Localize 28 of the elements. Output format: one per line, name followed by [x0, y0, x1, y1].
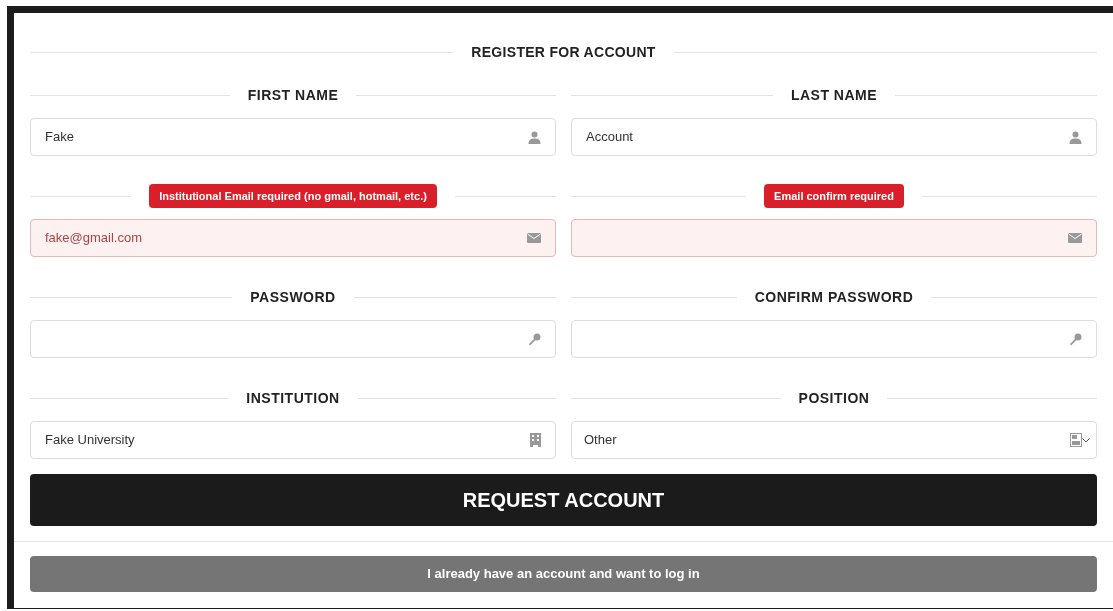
field-label: LAST NAME: [790, 85, 878, 105]
field-label: INSTITUTION: [246, 388, 340, 408]
input-field[interactable]: Fake University: [30, 421, 556, 459]
input-field[interactable]: [571, 320, 1097, 358]
input-field[interactable]: Fake: [30, 118, 556, 156]
envelope-icon: [1068, 233, 1082, 243]
field-label: CONFIRM PASSWORD: [754, 287, 914, 307]
user-icon: [528, 130, 541, 144]
building-icon: [530, 433, 541, 447]
form-title: REGISTER FOR ACCOUNT: [471, 42, 656, 62]
field-label: FIRST NAME: [247, 85, 339, 105]
key-icon: [528, 332, 541, 346]
field-label: PASSWORD: [250, 287, 336, 307]
badge-icon: [1070, 433, 1082, 447]
error-badge: Institutional Email required (no gmail, hotmail, etc.): [149, 183, 437, 209]
position-select[interactable]: Other: [571, 421, 1097, 459]
envelope-icon: [527, 233, 541, 243]
key-icon: [1069, 332, 1082, 346]
input-field[interactable]: [30, 320, 556, 358]
input-field[interactable]: fake@gmail.com: [30, 219, 556, 257]
field-label: POSITION: [798, 388, 870, 408]
user-icon: [1069, 130, 1082, 144]
chevron-down-icon: [1082, 437, 1090, 443]
error-badge: Email confirm required: [764, 183, 904, 209]
input-field[interactable]: [571, 219, 1097, 257]
request-account-button[interactable]: REQUEST ACCOUNT: [30, 474, 1097, 526]
login-button[interactable]: I already have an account and want to log in: [30, 556, 1097, 592]
input-field[interactable]: Account: [571, 118, 1097, 156]
